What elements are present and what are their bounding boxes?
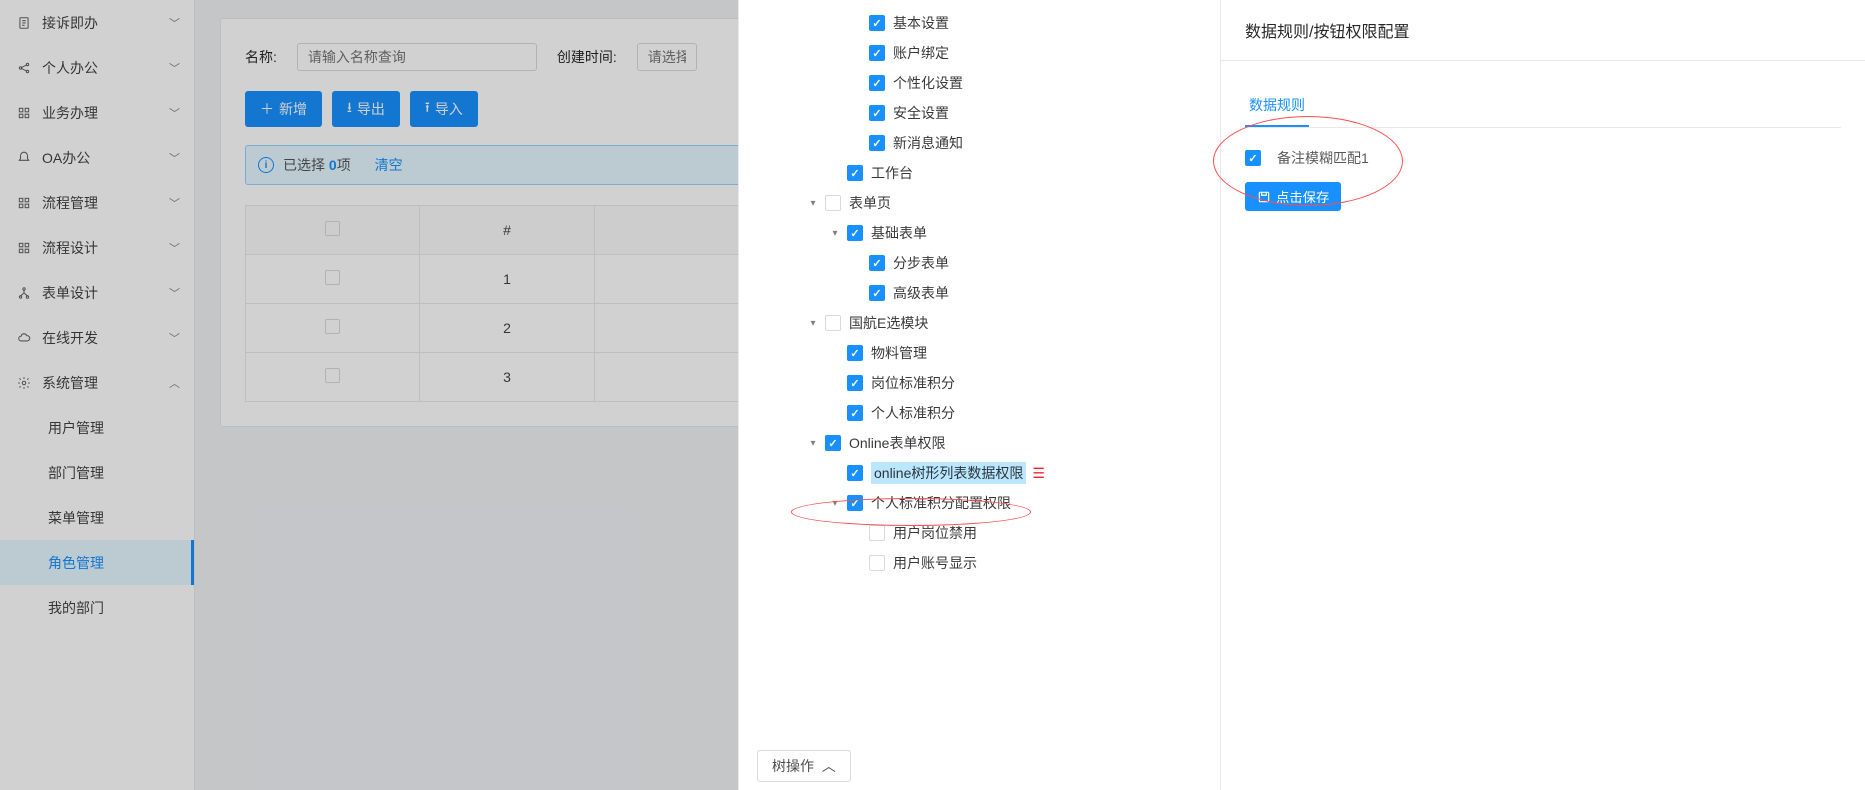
- tree-label: 物料管理: [871, 343, 927, 363]
- tree-node[interactable]: ▾安全设置: [749, 98, 1210, 128]
- tree-checkbox[interactable]: [847, 465, 863, 481]
- tab-data-rules[interactable]: 数据规则: [1245, 85, 1309, 127]
- tree-label: 用户账号显示: [893, 553, 977, 573]
- tree-checkbox[interactable]: [869, 525, 885, 541]
- tree-checkbox[interactable]: [869, 555, 885, 571]
- tree-toggle[interactable]: ▾: [823, 228, 847, 239]
- tree-checkbox[interactable]: [847, 405, 863, 421]
- drawer-title: 数据规则/按钮权限配置: [1221, 0, 1865, 61]
- tree-node[interactable]: ▾分步表单: [749, 248, 1210, 278]
- data-rules-drawer: 数据规则/按钮权限配置 数据规则 备注模糊匹配1 点击保存: [1220, 0, 1865, 790]
- tree-node[interactable]: ▾ 个人标准积分配置权限: [749, 488, 1210, 518]
- save-icon: [1257, 190, 1271, 204]
- tree-label: 个性化设置: [893, 73, 963, 93]
- tree-node[interactable]: ▾个人标准积分: [749, 398, 1210, 428]
- tree-label: 分步表单: [893, 253, 949, 273]
- tree-label: 表单页: [849, 193, 891, 213]
- tree-node[interactable]: ▾ Online表单权限: [749, 428, 1210, 458]
- tree-label: online树形列表数据权限: [871, 462, 1026, 484]
- tree-ops-label: 树操作: [772, 758, 814, 774]
- save-button[interactable]: 点击保存: [1245, 182, 1341, 211]
- tree-checkbox[interactable]: [847, 225, 863, 241]
- tree-label: 岗位标准积分: [871, 373, 955, 393]
- tree-label: 新消息通知: [893, 133, 963, 153]
- tree-checkbox[interactable]: [869, 45, 885, 61]
- tree-checkbox[interactable]: [825, 315, 841, 331]
- tree-label: 国航E选模块: [849, 313, 928, 333]
- tree-label: 基本设置: [893, 13, 949, 33]
- tree-node[interactable]: ▾基本设置: [749, 8, 1210, 38]
- tree-node[interactable]: ▾新消息通知: [749, 128, 1210, 158]
- tree-checkbox[interactable]: [847, 345, 863, 361]
- tree-node[interactable]: ▾用户岗位禁用: [749, 518, 1210, 548]
- tree-node[interactable]: ▾高级表单: [749, 278, 1210, 308]
- menu-indicator-icon: ☰: [1032, 465, 1045, 482]
- tree-toggle[interactable]: ▾: [801, 438, 825, 449]
- tree-toggle[interactable]: ▾: [801, 198, 825, 209]
- tree-label: Online表单权限: [849, 433, 945, 453]
- rule-label: 备注模糊匹配1: [1277, 148, 1369, 168]
- tree-node[interactable]: ▾物料管理: [749, 338, 1210, 368]
- tree-checkbox[interactable]: [869, 15, 885, 31]
- tree-node[interactable]: ▾岗位标准积分: [749, 368, 1210, 398]
- tree-node[interactable]: ▾ 国航E选模块: [749, 308, 1210, 338]
- tree-checkbox[interactable]: [847, 165, 863, 181]
- tree-label: 个人标准积分: [871, 403, 955, 423]
- tree-node[interactable]: ▾用户账号显示: [749, 548, 1210, 578]
- tree-node[interactable]: ▾账户绑定: [749, 38, 1210, 68]
- tree-checkbox[interactable]: [847, 375, 863, 391]
- tree-label: 基础表单: [871, 223, 927, 243]
- tree-label: 安全设置: [893, 103, 949, 123]
- tree-ops-button[interactable]: 树操作 ︿: [757, 750, 851, 782]
- tree-toggle[interactable]: ▾: [823, 498, 847, 509]
- rule-checkbox[interactable]: [1245, 150, 1261, 166]
- tree-checkbox[interactable]: [869, 105, 885, 121]
- tree-label: 个人标准积分配置权限: [871, 493, 1011, 513]
- tree-label: 高级表单: [893, 283, 949, 303]
- tree-checkbox[interactable]: [869, 255, 885, 271]
- tree-toggle[interactable]: ▾: [801, 318, 825, 329]
- tree-checkbox[interactable]: [847, 495, 863, 511]
- tree-node[interactable]: ▾工作台: [749, 158, 1210, 188]
- tree-node[interactable]: ▾ 表单页: [749, 188, 1210, 218]
- tree-checkbox[interactable]: [869, 75, 885, 91]
- tree-node[interactable]: ▾online树形列表数据权限 ☰: [749, 458, 1210, 488]
- tree-node[interactable]: ▾ 基础表单: [749, 218, 1210, 248]
- tree-label: 工作台: [871, 163, 913, 183]
- tree-label: 用户岗位禁用: [893, 523, 977, 543]
- tree-checkbox[interactable]: [825, 435, 841, 451]
- permission-tree-drawer: ▾基本设置▾账户绑定▾个性化设置▾安全设置▾新消息通知▾工作台▾表单页▾基础表单…: [738, 0, 1220, 790]
- modal-overlay: [0, 0, 738, 790]
- tree-checkbox[interactable]: [825, 195, 841, 211]
- tree-node[interactable]: ▾个性化设置: [749, 68, 1210, 98]
- tree-checkbox[interactable]: [869, 135, 885, 151]
- tree-label: 账户绑定: [893, 43, 949, 63]
- save-label: 点击保存: [1276, 187, 1329, 206]
- tree-checkbox[interactable]: [869, 285, 885, 301]
